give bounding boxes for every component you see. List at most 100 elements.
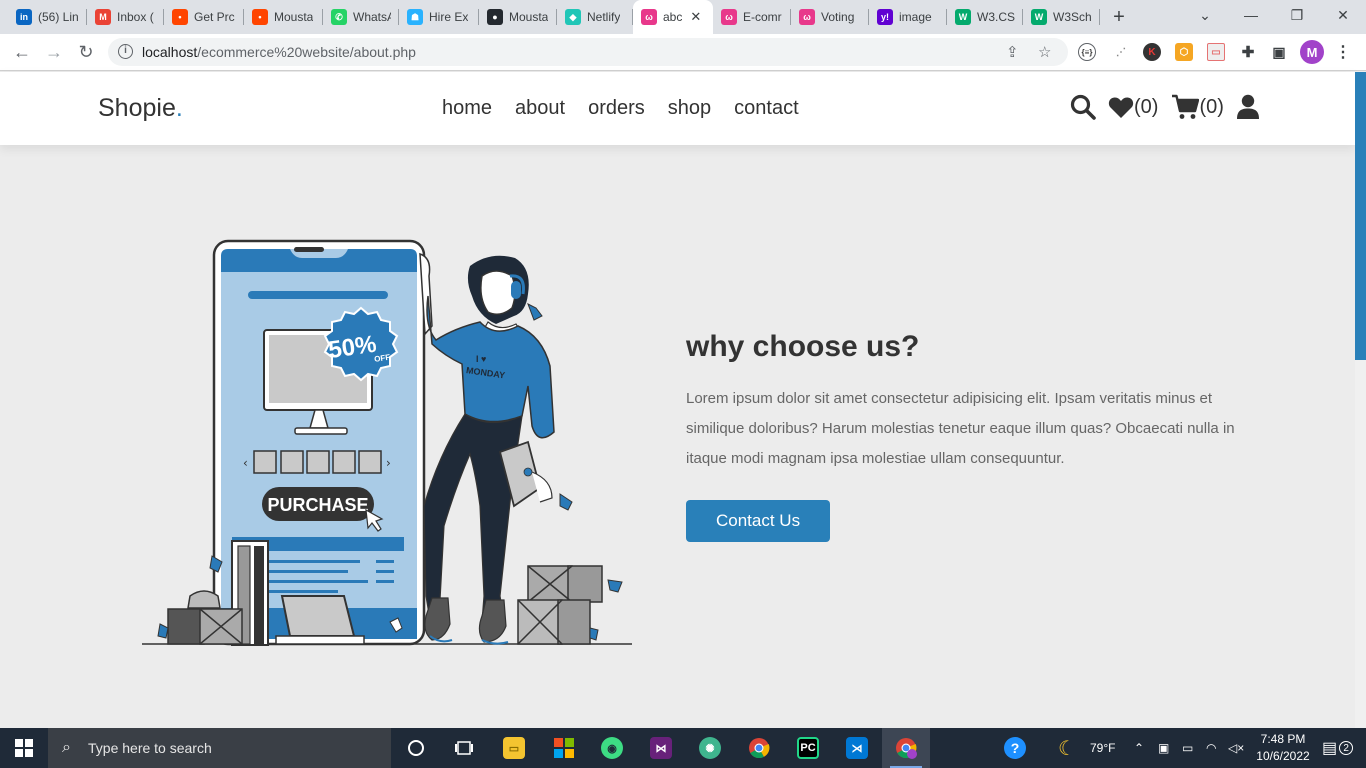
purchase-label: PURCHASE	[267, 495, 368, 515]
taskbar-visual-studio[interactable]: ⋈	[637, 728, 685, 768]
close-window-button[interactable]: ✕	[1320, 0, 1366, 32]
windows-start-button[interactable]	[0, 728, 48, 768]
nav-about-link[interactable]: about	[515, 97, 565, 120]
back-button[interactable]: ←	[8, 38, 36, 66]
browser-tab[interactable]: W W3Sch	[1023, 0, 1100, 34]
page-scrollbar-thumb[interactable]	[1355, 72, 1366, 360]
extension-hex-icon[interactable]: ⬡	[1175, 43, 1193, 61]
task-view-icon	[455, 741, 473, 755]
w3schools-icon: W	[1031, 9, 1047, 25]
bookmark-star-icon[interactable]: ☆	[1038, 43, 1051, 61]
browser-tab[interactable]: • Get Prc	[164, 0, 244, 34]
task-view-button[interactable]	[440, 728, 488, 768]
nav-home-link[interactable]: home	[442, 97, 492, 120]
close-tab-icon[interactable]: ✕	[690, 9, 701, 25]
xampp-icon: ω	[799, 9, 815, 25]
help-icon[interactable]: ?	[1003, 728, 1027, 768]
weather-temperature[interactable]: 79°F	[1090, 728, 1115, 768]
browser-tab[interactable]: W W3.CSS	[947, 0, 1023, 34]
minimize-button[interactable]: —	[1228, 0, 1274, 32]
new-tab-button[interactable]: +	[1108, 6, 1130, 28]
cortana-icon	[408, 740, 424, 756]
browser-toolbar: ← → ↻ i localhost/ecommerce%20website/ab…	[0, 34, 1366, 71]
taskbar-maps[interactable]: ◉	[588, 728, 636, 768]
extension-window-icon[interactable]: ▭	[1207, 43, 1225, 61]
taskbar-file-explorer[interactable]: ▭	[490, 728, 538, 768]
restore-button[interactable]: ❐	[1274, 0, 1320, 32]
browser-tab[interactable]: ● Mousta	[479, 0, 557, 34]
contact-us-button[interactable]: Contact Us	[686, 500, 831, 542]
w3schools-icon: W	[955, 9, 971, 25]
chrome-icon	[749, 738, 770, 759]
taskbar-pycharm[interactable]: PC	[784, 728, 832, 768]
taskbar-microsoft-store[interactable]	[540, 728, 588, 768]
browser-menu-icon[interactable]: ⋮	[1334, 43, 1352, 61]
visual-studio-icon: ⋈	[650, 737, 672, 759]
forward-button[interactable]: →	[40, 38, 68, 66]
notification-count: 2	[1339, 741, 1354, 755]
browser-tab[interactable]: ✆ WhatsA	[323, 0, 399, 34]
cart-link[interactable]: (0)	[1171, 94, 1224, 120]
browser-tab[interactable]: ☗ Hire Ex	[399, 0, 479, 34]
browser-tab[interactable]: • Mousta	[244, 0, 323, 34]
cortana-button[interactable]	[392, 728, 440, 768]
search-icon[interactable]	[1070, 94, 1096, 120]
wishlist-link[interactable]: (0)	[1108, 96, 1158, 119]
nav-shop-link[interactable]: shop	[668, 97, 711, 120]
netlify-icon: ◆	[565, 9, 581, 25]
taskbar-chrome[interactable]	[735, 728, 783, 768]
tab-search-icon[interactable]: ⌄	[1182, 0, 1228, 32]
profile-avatar[interactable]: M	[1300, 40, 1324, 64]
share-icon[interactable]: ⇪	[1006, 43, 1019, 61]
folder-icon: ▭	[503, 737, 525, 759]
taskbar-vscode[interactable]: ⋊	[833, 728, 881, 768]
volume-muted-icon[interactable]: ◁×	[1228, 728, 1244, 768]
wifi-icon[interactable]: ◠	[1206, 728, 1216, 768]
gmail-icon: M	[95, 9, 111, 25]
browser-tab[interactable]: ω Voting	[791, 0, 869, 34]
about-body: Lorem ipsum dolor sit amet consectetur a…	[686, 390, 1235, 467]
atom-icon: ✺	[699, 737, 721, 759]
reddit-icon: •	[252, 9, 268, 25]
reload-button[interactable]: ↻	[72, 38, 100, 66]
extension-dots-icon[interactable]: ⋰	[1112, 43, 1130, 61]
browser-tab-title: E-comr	[743, 10, 782, 24]
browser-tab[interactable]: in (56) Lin	[8, 0, 87, 34]
notification-center-button[interactable]: ▤ 2	[1322, 728, 1354, 768]
store-icon	[554, 738, 574, 758]
weather-moon-icon[interactable]: ☾	[1058, 728, 1076, 768]
freelancer-icon: ☗	[407, 9, 423, 25]
about-illustration: 50% OFF ‹ › PURCHASE I ♥ MONDAY	[142, 239, 632, 646]
extension-k-icon[interactable]: K	[1143, 43, 1161, 61]
taskbar-clock[interactable]: 7:48 PM 10/6/2022	[1252, 731, 1314, 765]
yahoo-icon: y!	[877, 9, 893, 25]
reddit-icon: •	[172, 9, 188, 25]
tray-chevron-up-icon[interactable]: ⌃	[1134, 728, 1144, 768]
battery-icon[interactable]: ▭	[1182, 728, 1193, 768]
site-logo[interactable]: Shopie.	[98, 94, 183, 123]
site-info-icon[interactable]: i	[118, 44, 133, 59]
clock-date: 10/6/2022	[1256, 749, 1310, 763]
browser-tab[interactable]: ◆ Netlify	[557, 0, 633, 34]
svg-text:›: ›	[386, 456, 391, 470]
header-icons: (0) (0)	[1070, 94, 1259, 120]
browser-tab[interactable]: ω abc ✕	[633, 0, 713, 34]
browser-tab[interactable]: y! image	[869, 0, 947, 34]
browser-tab[interactable]: ω E-comr	[713, 0, 791, 34]
pycharm-icon: PC	[797, 737, 819, 759]
side-panel-icon[interactable]: ▣	[1270, 43, 1288, 61]
taskbar-chrome-profile[interactable]	[882, 728, 930, 768]
site-header: Shopie. home about orders shop contact (…	[0, 72, 1355, 145]
extension-jsonview-icon[interactable]: {≡}	[1078, 43, 1096, 61]
cart-icon	[1172, 94, 1200, 119]
nav-orders-link[interactable]: orders	[588, 97, 645, 120]
extensions-puzzle-icon[interactable]: ✚	[1239, 43, 1257, 61]
nav-contact-link[interactable]: contact	[734, 97, 798, 120]
taskbar-atom[interactable]: ✺	[686, 728, 734, 768]
address-bar[interactable]: i localhost/ecommerce%20website/about.ph…	[108, 38, 1068, 66]
tray-meet-icon[interactable]: ▣	[1158, 728, 1169, 768]
browser-tab[interactable]: M Inbox (	[87, 0, 164, 34]
user-icon[interactable]	[1236, 94, 1259, 120]
taskbar-search-box[interactable]: ⌕ Type here to search	[48, 728, 391, 768]
url-text: localhost/ecommerce%20website/about.php	[142, 44, 416, 60]
